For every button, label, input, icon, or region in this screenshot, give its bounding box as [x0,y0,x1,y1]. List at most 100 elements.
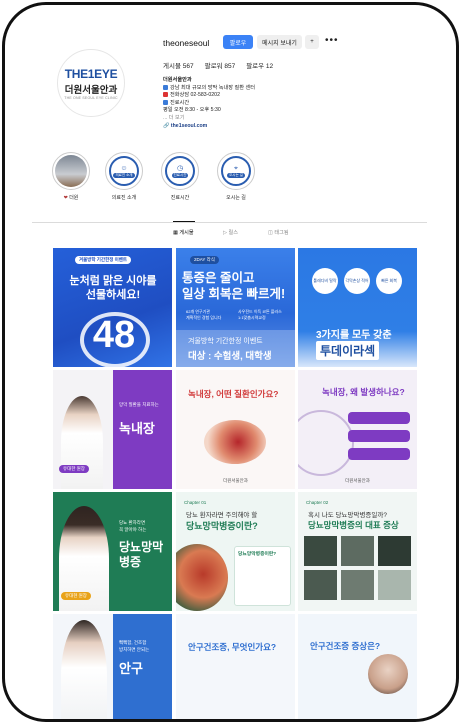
post-subtitle: 방치하면 안되는 [119,647,150,652]
post-detail: 계획적인 경험 입니다 [186,315,222,320]
link-icon: 🔗 [163,122,171,129]
avatar-subtitle: THE ONE SEOUL EYE CLINIC [64,95,118,100]
post-tag: 2DAY 라식 [190,256,219,264]
tabs-divider [32,222,427,223]
profile-stats: 게시물 567 팔로워 857 팔로우 12 [163,60,273,70]
highlight-photo [55,155,87,187]
doctor-badge: 유대한 원장 [59,465,89,473]
symptom-photo [304,570,337,600]
post-subtitle: 당뇨 환자라면 [119,520,146,525]
post-tile-12[interactable]: 안구건조증 증상은? [298,614,417,719]
reason-box [348,412,410,424]
feature-circle: 빠른 회복 [376,268,402,294]
post-tile-9[interactable]: Chapter 02 혹시 나도 당뇨망막병증일까? 당뇨망막병증의 대표 증상 [298,492,417,611]
clock-icon [163,99,168,105]
post-tile-3[interactable]: 톨레디비 탈락 각막손상 적어 빠른 회복 3가지를 모두 갖춘 투데이라섹 [298,248,417,367]
post-headline: 녹내장 [119,421,155,436]
post-tile-10[interactable]: 뻑뻑함, 건조함 방치하면 안되는 안구 [53,614,172,719]
highlight-label: ❤ 더원 [63,195,79,201]
avatar-name: 더원서울안과 [64,84,118,96]
post-headline: 안구건조증, 무엇인가요? [188,642,277,652]
profile-username: theoneseoul [163,38,210,48]
post-detail: 1:1맞춤시력교정 [238,315,266,320]
doctor-photo [61,620,107,719]
doctor-icon: ☺ [120,164,128,172]
highlight-label: 진료시간 [170,195,190,201]
post-footer: 더원서울안과 [223,478,248,483]
doctor-badge: 유대현 원장 [61,592,91,600]
post-tile-1[interactable]: 겨울방학 기간한정 이벤트 눈처럼 맑은 시야를 선물하세요! 48 [53,248,172,367]
bio-more-link[interactable]: ... 더 보기 [163,115,363,123]
doctor-photo [61,396,103,489]
post-headline: 안구 [119,661,143,676]
post-tile-7[interactable]: 당뇨 환자라면 꼭 알아야 하는 당뇨망막 병증 유대현 원장 [53,492,172,611]
symptom-photo [304,536,337,566]
post-tile-5[interactable]: 녹내장, 어떤 질환인가요? 더원서울안과 [176,370,295,489]
highlight-2[interactable]: ☺ 의료진 소개 의료진 소개 [94,152,154,201]
posts-count[interactable]: 게시물 567 [163,60,194,70]
post-headline: 녹내장, 왜 발생하나요? [322,387,405,397]
chapter-label: Chapter 02 [306,500,329,505]
post-headline: 일상 회복은 빠르게! [182,287,286,301]
post-footer: 더원서울안과 [345,478,370,483]
reason-box [348,448,410,460]
feature-circle: 각막손상 적어 [344,268,370,294]
clock-icon: ◷ [176,164,184,172]
symptom-photo [378,536,411,566]
profile-avatar[interactable]: THE1EYE 더원서울안과 THE ONE SEOUL EYE CLINIC [57,49,125,117]
post-headline: 녹내장, 어떤 질환인가요? [188,389,279,399]
eye-illustration [176,544,228,611]
post-headline: 3가지를 모두 갖춘 [316,330,392,341]
highlight-4[interactable]: ⌖ 오시는 길 오시는 길 [206,152,266,201]
active-tab-indicator [173,221,195,222]
tab-reels[interactable]: ▷ 릴스 [223,229,238,236]
post-tile-6[interactable]: 녹내장, 왜 발생하나요? 더원서울안과 [298,370,417,489]
tab-posts[interactable]: ▦ 게시물 [173,229,194,236]
follow-button[interactable]: 팔로우 [223,35,253,49]
highlight-label: 오시는 길 [226,195,246,201]
bio-line-4: 평일 오전 8:30 - 오후 5:30 [163,107,221,114]
post-tile-2[interactable]: 2DAY 라식 통증은 줄이고 일상 회복은 빠르게! 62개 연구기관 계획적… [176,248,295,367]
post-subtitle: 꼭 알아야 하는 [119,527,147,532]
symptom-photo [378,570,411,600]
post-subtitle: 혹시 나도 당뇨망막병증일까? [308,512,387,519]
map-pin-icon: ⌖ [234,164,238,172]
patient-photo [368,654,408,694]
post-tile-8[interactable]: Chapter 01 당뇨 환자라면 주의해야 할 당뇨망막병증이란? 당뇨망막… [176,492,295,611]
highlight-label: 의료진 소개 [111,195,137,201]
symptom-photo [341,536,374,566]
post-subtitle: 당뇨 환자라면 주의해야 할 [186,512,258,519]
post-detail: 겨울방학 기간한정 이벤트 [188,338,263,345]
eye-illustration [298,410,354,476]
post-tag: 겨울방학 기간한정 이벤트 [75,256,132,264]
chapter-label: Chapter 01 [184,500,207,505]
post-headline: 당뇨망막병증이란? [186,521,258,531]
followers-count[interactable]: 팔로워 857 [205,60,236,70]
post-tile-11[interactable]: 안구건조증, 무엇인가요? [176,614,295,719]
following-count[interactable]: 팔로우 12 [246,60,273,70]
info-box-title: 당뇨망막병증이란? [238,552,277,557]
post-subtitle: 망막 질환을 치료하는 [119,402,159,407]
post-subtitle: 뻑뻑함, 건조함 [119,640,147,645]
add-person-icon[interactable]: + [305,35,319,49]
post-big-number: 48 [92,314,136,356]
hospital-icon [163,84,168,90]
reason-box [348,430,410,442]
symptom-photo [341,570,374,600]
phone-icon [163,92,168,98]
highlight-3[interactable]: ◷ 진료시간 진료시간 [150,152,210,201]
eye-illustration [204,420,266,464]
message-button[interactable]: 메시지 보내기 [257,35,302,49]
highlight-1[interactable]: ❤ 더원 [41,152,101,201]
more-options-icon[interactable]: ••• [325,35,339,46]
bio-website-link[interactable]: 🔗 the1seoul.com [163,123,363,131]
phone-frame: THE1EYE 더원서울안과 THE ONE SEOUL EYE CLINIC … [2,2,459,722]
post-headline: 투데이라섹 [316,341,380,360]
bio-name: 더원서울안과 [163,77,192,83]
post-tile-4[interactable]: 망막 질환을 치료하는 녹내장 유대한 원장 [53,370,172,489]
feature-circle: 톨레디비 탈락 [312,268,338,294]
tab-tagged[interactable]: ◫ 태그됨 [268,229,289,236]
post-headline: 당뇨망막병증의 대표 증상 [308,520,399,530]
post-detail: 대상 : 수험생, 대학생 [188,351,272,362]
post-headline: 병증 [119,555,142,569]
